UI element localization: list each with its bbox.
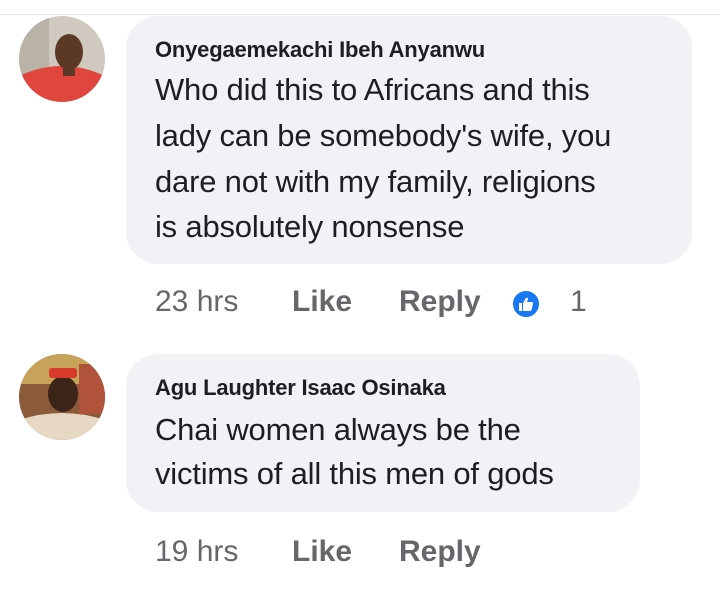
reply-button[interactable]: Reply	[399, 535, 481, 569]
top-divider	[0, 14, 720, 15]
comment-text-line: dare not with my family, religions	[155, 164, 596, 199]
like-button[interactable]: Like	[292, 535, 352, 569]
comment-timestamp[interactable]: 19 hrs	[155, 535, 238, 569]
comment-author[interactable]: Agu Laughter Isaac Osinaka	[155, 375, 446, 401]
comment-text-line: lady can be somebody's wife, you	[155, 118, 612, 153]
reaction-count[interactable]: 1	[570, 285, 587, 319]
reply-button[interactable]: Reply	[399, 285, 481, 319]
like-thumbs-up-icon[interactable]	[511, 289, 541, 319]
like-button[interactable]: Like	[292, 285, 352, 319]
comment-timestamp[interactable]: 23 hrs	[155, 285, 238, 319]
comment-text-line: Chai women always be the	[155, 412, 521, 447]
comment-text-line: is absolutely nonsense	[155, 209, 465, 244]
avatar[interactable]	[19, 354, 105, 440]
avatar[interactable]	[19, 16, 105, 102]
comment-author[interactable]: Onyegaemekachi Ibeh Anyanwu	[155, 37, 485, 63]
comment-text-line: Who did this to Africans and this	[155, 72, 590, 107]
comment-text-line: victims of all this men of gods	[155, 456, 554, 491]
